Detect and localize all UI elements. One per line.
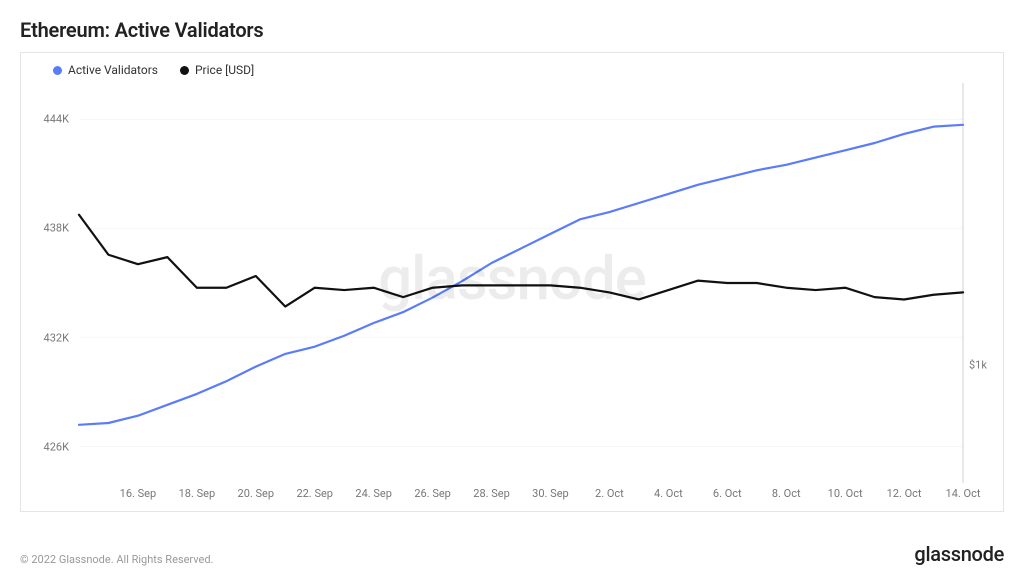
series-active-validators xyxy=(79,125,963,425)
chart-title: Ethereum: Active Validators xyxy=(20,18,1004,42)
x-tick-label: 16. Sep xyxy=(120,487,157,500)
x-tick-label: 2. Oct xyxy=(595,487,624,500)
copyright: © 2022 Glassnode. All Rights Reserved. xyxy=(20,553,213,566)
y-axis-right: $1k xyxy=(965,83,999,483)
x-tick-label: 24. Sep xyxy=(355,487,392,500)
legend-item-price[interactable]: Price [USD] xyxy=(180,63,254,77)
x-tick-label: 26. Sep xyxy=(414,487,451,500)
x-tick-label: 14. Oct xyxy=(946,487,981,500)
x-tick-label: 20. Sep xyxy=(238,487,275,500)
legend: Active Validators Price [USD] xyxy=(53,63,254,77)
y-tick-label: 432K xyxy=(44,331,69,344)
legend-item-validators[interactable]: Active Validators xyxy=(53,63,158,77)
y-tick-label: 426K xyxy=(44,440,69,453)
x-tick-label: 30. Sep xyxy=(532,487,569,500)
x-tick-label: 8. Oct xyxy=(772,487,801,500)
legend-swatch xyxy=(180,66,189,75)
x-tick-label: 12. Oct xyxy=(887,487,922,500)
footer: © 2022 Glassnode. All Rights Reserved. g… xyxy=(20,542,1004,566)
legend-label: Price [USD] xyxy=(195,63,254,77)
x-tick-label: 10. Oct xyxy=(828,487,863,500)
brand-logo: glassnode xyxy=(914,542,1004,566)
chart-box: Active Validators Price [USD] glassnode … xyxy=(20,52,1004,512)
y-tick-label: 444K xyxy=(44,113,69,126)
legend-swatch xyxy=(53,66,62,75)
plot-area xyxy=(79,83,963,483)
gridlines xyxy=(79,119,963,446)
y-right-tick-label: $1k xyxy=(969,359,987,372)
x-tick-label: 22. Sep xyxy=(296,487,333,500)
x-tick-label: 6. Oct xyxy=(713,487,742,500)
legend-label: Active Validators xyxy=(68,63,158,77)
chart-container: Ethereum: Active Validators Active Valid… xyxy=(0,0,1024,576)
x-axis: 16. Sep 18. Sep 20. Sep 22. Sep 24. Sep 26. S… xyxy=(79,487,963,503)
x-tick-label: 28. Sep xyxy=(473,487,510,500)
x-tick-label: 18. Sep xyxy=(179,487,216,500)
y-axis-left: 426K 432K 438K 444K xyxy=(25,83,75,483)
plot-svg xyxy=(79,83,963,483)
x-tick-label: 4. Oct xyxy=(654,487,683,500)
y-tick-label: 438K xyxy=(44,222,69,235)
